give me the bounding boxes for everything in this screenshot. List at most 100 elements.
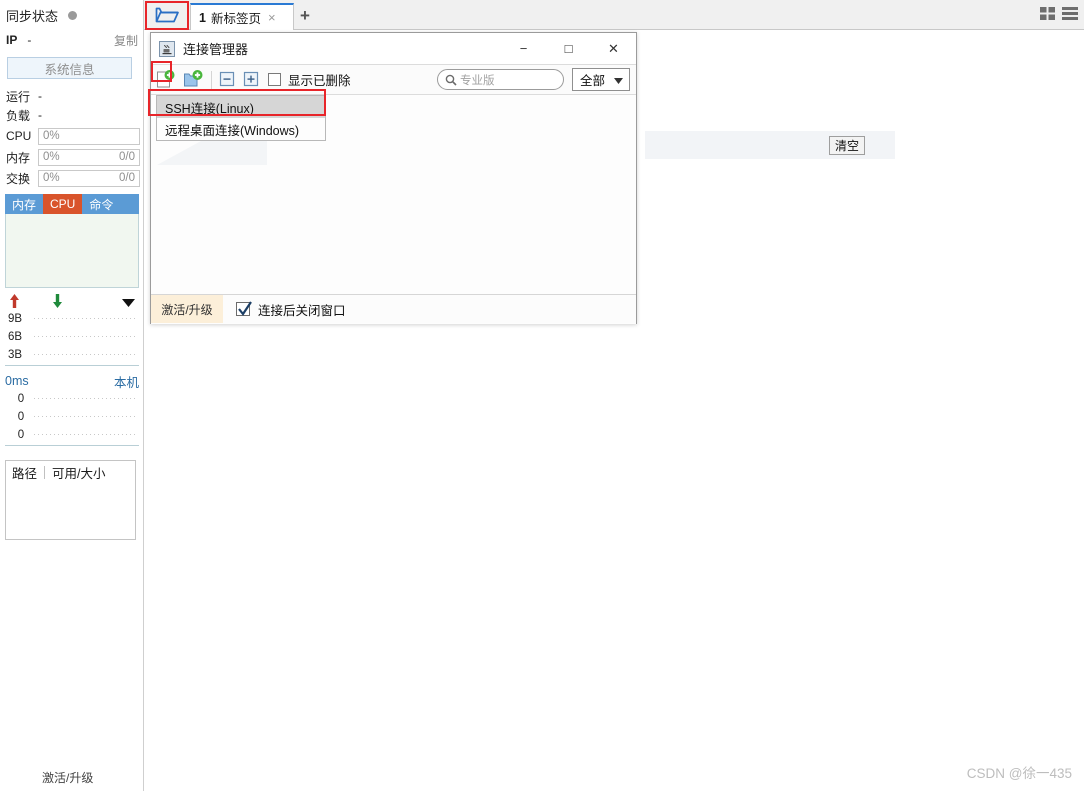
tab-label: 新标签页	[210, 12, 261, 26]
maximize-icon[interactable]: □	[546, 33, 591, 64]
clear-toolbar: 清空	[645, 131, 895, 159]
menu-item-rdp-windows[interactable]: 远程桌面连接(Windows)	[157, 118, 325, 140]
stat-detail-memory: 0/0	[119, 151, 135, 163]
close-icon[interactable]: ✕	[591, 33, 636, 64]
graph-gridline: 6B	[5, 328, 139, 345]
ip-value: -	[27, 33, 32, 47]
lat-tick-0: 0	[17, 392, 25, 405]
menu-item-ssh-linux[interactable]: SSH连接(Linux)	[157, 96, 325, 118]
chevron-down-icon	[614, 73, 623, 87]
stat-row-cpu: CPU 0%	[6, 127, 140, 145]
open-folder-icon	[155, 5, 180, 27]
sync-status-row: 同步状态	[6, 4, 138, 26]
lat-tick-1: 0	[17, 410, 25, 423]
open-connection-manager-button[interactable]	[146, 2, 188, 29]
lat-tick-2: 0	[17, 428, 25, 441]
tab-index: 1	[199, 10, 206, 25]
minimize-icon[interactable]: −	[501, 33, 546, 64]
column-divider	[44, 465, 46, 479]
system-info-button[interactable]: 系统信息	[7, 57, 132, 79]
java-app-icon	[159, 40, 175, 57]
stat-label-uptime: 运行	[6, 89, 31, 104]
stat-label-load: 负载	[6, 108, 31, 123]
disk-usage-panel: 路径 可用/大小	[5, 460, 136, 540]
stat-box-cpu: 0%	[38, 127, 140, 145]
network-menu-chevron-down-icon[interactable]	[122, 296, 135, 310]
toolbar-divider	[211, 70, 212, 89]
filter-dropdown[interactable]: 全部	[572, 68, 630, 91]
show-deleted-checkbox[interactable]	[268, 73, 281, 86]
close-after-connect-label: 连接后关闭窗口	[258, 303, 346, 318]
new-file-add-icon[interactable]	[156, 69, 178, 90]
dialog-footer: 激活/升级 连接后关闭窗口	[151, 294, 636, 323]
close-icon[interactable]: ×	[268, 10, 276, 25]
stat-label-swap: 交换	[6, 171, 31, 186]
sidebar-activate-button[interactable]: 激活/升级	[42, 769, 93, 786]
latency-local-label: 本机	[113, 375, 139, 390]
ip-label: IP	[6, 33, 18, 47]
search-placeholder: 专业版	[460, 74, 495, 87]
network-traffic-graph: 9B 6B 3B	[5, 310, 139, 366]
dialog-body: SSH连接(Linux) 远程桌面连接(Windows)	[151, 95, 636, 324]
sidebar-mini-tabs: 内存 CPU 命令	[5, 194, 139, 214]
stat-value-swap: 0%	[43, 172, 60, 184]
left-sidebar: 同步状态 IP - 复制 系统信息 运行 - 负载 - CPU 0% 内存 0%…	[0, 0, 144, 791]
stat-row-swap: 交换 0% 0/0	[6, 169, 140, 187]
ip-row: IP - 复制	[6, 30, 138, 50]
gridline-dots	[34, 434, 137, 435]
csdn-watermark: CSDN @徐一435	[966, 766, 1072, 781]
stat-value-cpu: 0%	[43, 130, 60, 142]
gridline-dots	[34, 354, 137, 355]
disk-col-size: 可用/大小	[52, 466, 106, 481]
gridline-dots	[34, 416, 137, 417]
gridline-dots	[34, 336, 137, 337]
dialog-activate-button[interactable]: 激活/升级	[151, 295, 223, 323]
clear-button[interactable]: 清空	[829, 135, 865, 155]
app-root: 同步状态 IP - 复制 系统信息 运行 - 负载 - CPU 0% 内存 0%…	[0, 0, 1084, 791]
dialog-title: 连接管理器	[183, 42, 249, 57]
close-after-connect-checkbox[interactable]	[236, 301, 252, 316]
latency-value: 0ms	[5, 374, 29, 388]
stat-detail-swap: 0/0	[119, 172, 135, 184]
stat-box-swap: 0% 0/0	[38, 169, 140, 187]
dialog-titlebar[interactable]: 连接管理器 − □ ✕	[151, 33, 636, 64]
network-graph-header	[5, 292, 139, 310]
window-controls: − □ ✕	[501, 33, 636, 64]
search-input[interactable]: 专业版	[437, 69, 564, 90]
stat-row-uptime: 运行 -	[6, 87, 140, 105]
grid-view-icon[interactable]	[1040, 7, 1055, 20]
mini-tab-panel	[5, 214, 139, 288]
stat-box-memory: 0% 0/0	[38, 148, 140, 166]
tab-cpu[interactable]: CPU	[43, 194, 83, 214]
list-view-icon[interactable]	[1062, 7, 1078, 20]
stat-row-load: 负载 -	[6, 106, 140, 124]
stat-label-memory: 内存	[6, 150, 31, 165]
browser-tab-new[interactable]: 1 新标签页 ×	[190, 3, 294, 30]
sync-status-label: 同步状态	[6, 8, 59, 24]
gridline-dots	[34, 398, 137, 399]
net-tick-2: 3B	[8, 348, 23, 361]
connection-type-menu: SSH连接(Linux) 远程桌面连接(Windows)	[156, 95, 326, 141]
graph-gridline: 3B	[5, 346, 139, 363]
graph-gridline: 0	[5, 426, 139, 443]
filter-value: 全部	[580, 74, 606, 88]
gridline-dots	[34, 318, 137, 319]
stat-value-memory: 0%	[43, 151, 60, 163]
net-tick-1: 6B	[8, 330, 23, 343]
new-folder-add-icon[interactable]	[183, 69, 205, 90]
copy-ip-button[interactable]: 复制	[114, 32, 138, 49]
collapse-all-icon[interactable]	[218, 70, 240, 90]
graph-gridline: 0	[5, 408, 139, 425]
stat-value-uptime: -	[38, 89, 42, 103]
tab-memory[interactable]: 内存	[5, 194, 43, 214]
disk-table-header: 路径 可用/大小	[6, 461, 135, 483]
connection-manager-dialog: 连接管理器 − □ ✕ 显示已删除 专业版 全部 SSH连接(Linux) 远程…	[150, 32, 637, 324]
expand-all-icon[interactable]	[242, 70, 264, 90]
latency-graph: 0 0 0	[5, 390, 139, 446]
tab-command[interactable]: 命令	[82, 194, 120, 214]
show-deleted-label: 显示已删除	[288, 74, 351, 88]
new-tab-plus-icon[interactable]: +	[300, 6, 310, 26]
search-icon	[445, 74, 457, 86]
disk-col-path: 路径	[12, 466, 38, 481]
graph-gridline: 9B	[5, 310, 139, 327]
